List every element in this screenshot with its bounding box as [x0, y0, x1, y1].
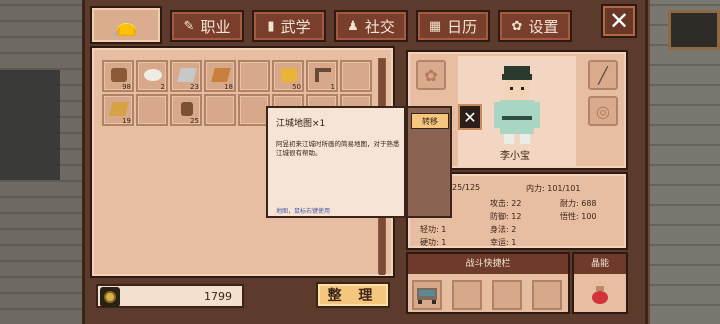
background-board [0, 70, 60, 180]
item-count: 18 [224, 83, 233, 91]
sort-button[interactable]: 整 理 [316, 282, 390, 308]
coin-amount: 1799 [204, 290, 232, 303]
stat-defense: 防御: 12 [490, 212, 522, 221]
coin-icon [100, 287, 120, 307]
tab-bar: 👝 ✎ 职业 ▮ 武学 ♟ 社交 ▦ 日历 ✿ 设置 [88, 4, 640, 44]
bag-icon: 👝 [113, 13, 139, 37]
quickbar-slot[interactable] [452, 280, 482, 310]
inventory-slot[interactable] [204, 94, 236, 126]
tab-label: 职业 [200, 17, 231, 36]
hook-icon [315, 68, 331, 82]
inventory-slot[interactable] [238, 60, 270, 92]
battle-quickbar: 战斗快捷栏 [406, 252, 570, 314]
crystal-panel: 晶能 [572, 252, 628, 314]
crystal-title: 晶能 [574, 254, 626, 274]
tooltip-close-button[interactable]: ✕ [458, 104, 482, 130]
inventory-slot[interactable] [340, 60, 372, 92]
close-icon: ✕ [463, 107, 477, 127]
equip-slot-accessory[interactable]: ◎ [588, 96, 618, 126]
cart-icon [417, 288, 437, 304]
gold-bar-icon [109, 102, 129, 116]
sword-icon: ╱ [598, 65, 608, 85]
wood-icon [111, 68, 127, 82]
copper-ingot-icon [211, 68, 231, 82]
stat-body: 身法: 2 [490, 225, 517, 234]
equip-slot-head[interactable]: ✿ [416, 60, 446, 90]
book-icon: ▮ [267, 18, 275, 34]
gear-slot-icon: ✿ [424, 65, 438, 85]
stat-endurance: 耐力: 688 [560, 199, 597, 208]
tab-martial-arts[interactable]: ▮ 武学 [252, 10, 326, 42]
inventory-slot[interactable]: 2 [136, 60, 168, 92]
iron-ingot-icon [177, 68, 197, 82]
item-count: 1 [330, 83, 335, 91]
inventory-slot[interactable]: 23 [170, 60, 202, 92]
ring-icon: ◎ [596, 101, 610, 121]
item-count: 50 [292, 83, 301, 91]
quickbar-slot[interactable] [532, 280, 562, 310]
character-name: 李小宝 [500, 151, 530, 162]
tooltip-hint: 地图，鼠标右键使用 [276, 208, 331, 215]
quickbar-slot[interactable] [412, 280, 442, 310]
stat-hard-skill: 硬功: 1 [420, 238, 447, 247]
tooltip-title: 江城地图×1 [276, 119, 326, 129]
tab-social[interactable]: ♟ 社交 [334, 10, 408, 42]
inventory-slot[interactable]: 50 [272, 60, 304, 92]
stat-qinggong: 轻功: 1 [420, 225, 447, 234]
stat-wisdom: 悟性: 100 [560, 212, 597, 221]
item-count: 2 [160, 83, 165, 91]
item-count: 19 [122, 117, 131, 125]
potion-icon[interactable] [592, 286, 608, 304]
tab-settings[interactable]: ✿ 设置 [498, 10, 572, 42]
people-icon: ♟ [347, 18, 359, 34]
stat-attack: 攻击: 22 [490, 199, 522, 208]
item-count: 25 [190, 117, 199, 125]
equip-slot-weapon[interactable]: ╱ [588, 60, 618, 90]
stat-internal-power: 内力: 101/101 [526, 184, 581, 193]
quickbar-slot[interactable] [492, 280, 522, 310]
brush-icon: ✎ [183, 18, 195, 34]
item-tooltip: 江城地图×1 阿昱初来江城时所画的简易地图，对于熟悉江城很有帮助。 地图，鼠标右… [266, 106, 406, 218]
close-button[interactable]: ✕ [601, 4, 637, 38]
coin-display: 1799 [96, 284, 244, 308]
log-icon [181, 102, 193, 116]
tab-label: 设置 [528, 17, 559, 36]
tab-label: 社交 [364, 17, 395, 36]
tab-bag[interactable]: 👝 [90, 6, 162, 44]
tab-label: 武学 [280, 17, 311, 36]
cheese-icon [281, 68, 297, 82]
tab-profession[interactable]: ✎ 职业 [170, 10, 244, 42]
inventory-slot[interactable]: 19 [102, 94, 134, 126]
gear-icon: ✿ [511, 18, 523, 34]
tab-calendar[interactable]: ▦ 日历 [416, 10, 490, 42]
plate-icon [144, 69, 162, 81]
background-sign [668, 10, 720, 50]
inventory-slot[interactable]: 25 [170, 94, 202, 126]
inventory-slot[interactable] [136, 94, 168, 126]
item-count: 98 [122, 83, 131, 91]
battle-quickbar-title: 战斗快捷栏 [408, 254, 568, 274]
calendar-icon: ▦ [428, 18, 442, 34]
item-count: 23 [190, 83, 199, 91]
inventory-slot[interactable]: 1 [306, 60, 338, 92]
stat-luck: 幸运: 1 [490, 238, 517, 247]
transfer-button[interactable]: 转移 [411, 113, 449, 129]
tooltip-description: 阿昱初来江城时所画的简易地图，对于熟悉江城很有帮助。 [276, 140, 400, 157]
tab-label: 日历 [447, 17, 478, 36]
inventory-slot[interactable]: 98 [102, 60, 134, 92]
close-icon: ✕ [608, 7, 630, 35]
inventory-slot[interactable]: 18 [204, 60, 236, 92]
stat-hp: 25/125 [452, 183, 481, 192]
